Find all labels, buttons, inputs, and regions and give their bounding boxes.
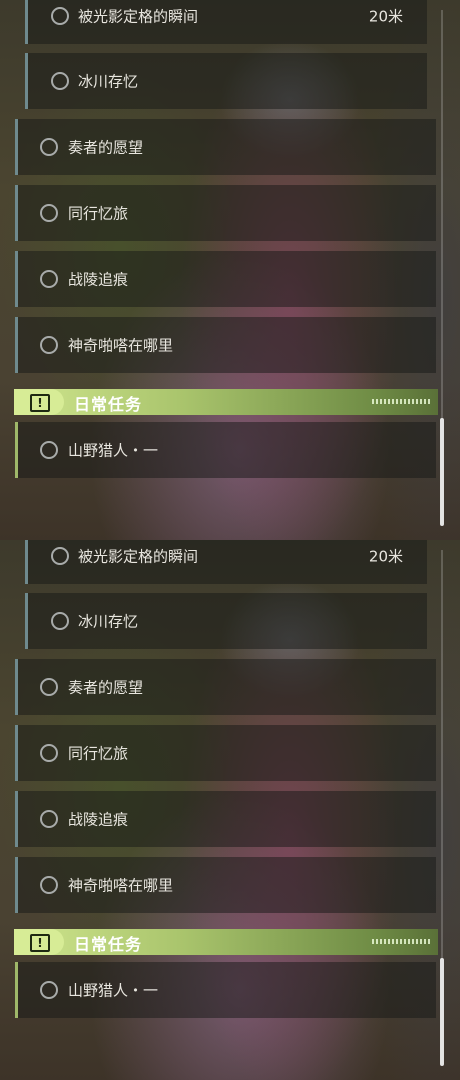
quest-status-circle-icon [51, 7, 69, 25]
quest-label: 战陵追痕 [68, 270, 129, 289]
quest-label: 奏者的愿望 [68, 678, 144, 697]
quest-status-circle-icon [40, 981, 58, 999]
quest-item-mountain-hunter[interactable]: 山野猎人・一 [15, 422, 436, 478]
quest-label: 被光影定格的瞬间 [78, 547, 199, 566]
quest-item-glacier-memory[interactable]: 冰川存忆 [25, 53, 427, 109]
quest-label: 山野猎人・一 [68, 441, 159, 460]
quest-item-where-is-pada[interactable]: 神奇啪嗒在哪里 [15, 317, 436, 373]
quest-panel-bottom: 被光影定格的瞬间 20米 冰川存忆 奏者的愿望 同行忆旅 战陵追痕 神奇啪嗒在哪… [0, 540, 460, 1080]
quest-status-circle-icon [40, 441, 58, 459]
header-decoration [372, 399, 430, 404]
daily-quests-header[interactable]: ! 日常任务 [14, 929, 438, 955]
scrollbar-thumb[interactable] [440, 958, 444, 1066]
quest-status-circle-icon [40, 336, 58, 354]
daily-quests-title: 日常任务 [74, 395, 143, 414]
alert-icon: ! [30, 394, 50, 412]
quest-distance: 20米 [368, 547, 403, 566]
quest-status-circle-icon [40, 270, 58, 288]
quest-label: 战陵追痕 [68, 810, 129, 829]
quest-status-circle-icon [40, 876, 58, 894]
scrollbar-thumb[interactable] [440, 418, 444, 526]
quest-item-mountain-hunter[interactable]: 山野猎人・一 [15, 962, 436, 1018]
quest-item-captured-moment[interactable]: 被光影定格的瞬间 20米 [25, 0, 427, 44]
alert-icon: ! [30, 934, 50, 952]
quest-distance: 20米 [368, 7, 403, 26]
quest-item-glacier-memory[interactable]: 冰川存忆 [25, 593, 427, 649]
quest-label: 被光影定格的瞬间 [78, 7, 199, 26]
daily-quests-title: 日常任务 [74, 935, 143, 954]
quest-status-circle-icon [51, 72, 69, 90]
quest-label: 同行忆旅 [68, 204, 129, 223]
quest-status-circle-icon [40, 678, 58, 696]
header-decoration [372, 939, 430, 944]
quest-status-circle-icon [40, 810, 58, 828]
quest-status-circle-icon [40, 204, 58, 222]
quest-status-circle-icon [51, 612, 69, 630]
quest-item-players-wish[interactable]: 奏者的愿望 [15, 659, 436, 715]
quest-label: 冰川存忆 [78, 72, 139, 91]
quest-status-circle-icon [40, 138, 58, 156]
quest-label: 神奇啪嗒在哪里 [68, 336, 174, 355]
daily-quests-header[interactable]: ! 日常任务 [14, 389, 438, 415]
quest-item-companion-journey[interactable]: 同行忆旅 [15, 185, 436, 241]
quest-item-companion-journey[interactable]: 同行忆旅 [15, 725, 436, 781]
quest-item-where-is-pada[interactable]: 神奇啪嗒在哪里 [15, 857, 436, 913]
quest-panel-top: 被光影定格的瞬间 20米 冰川存忆 奏者的愿望 同行忆旅 战陵追痕 神奇啪嗒在哪… [0, 0, 460, 540]
quest-item-players-wish[interactable]: 奏者的愿望 [15, 119, 436, 175]
quest-label: 山野猎人・一 [68, 981, 159, 1000]
quest-label: 奏者的愿望 [68, 138, 144, 157]
quest-item-battlefield-trace[interactable]: 战陵追痕 [15, 791, 436, 847]
quest-label: 冰川存忆 [78, 612, 139, 631]
quest-item-captured-moment[interactable]: 被光影定格的瞬间 20米 [25, 540, 427, 584]
quest-status-circle-icon [40, 744, 58, 762]
quest-label: 同行忆旅 [68, 744, 129, 763]
quest-label: 神奇啪嗒在哪里 [68, 876, 174, 895]
quest-item-battlefield-trace[interactable]: 战陵追痕 [15, 251, 436, 307]
quest-status-circle-icon [51, 547, 69, 565]
